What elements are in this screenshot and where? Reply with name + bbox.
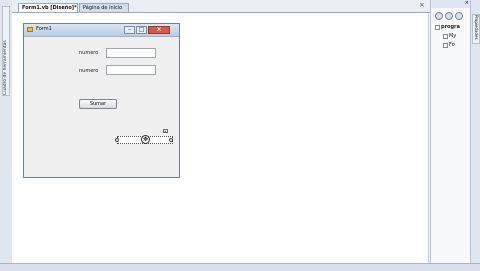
document-tab-strip: Form1.vb [Diseño]* Página de inicio ×	[12, 0, 430, 13]
move-cursor-icon[interactable]: ✥	[141, 135, 150, 144]
smart-tag-icon[interactable]: ▸	[163, 129, 168, 133]
tree-item-project[interactable]: progra	[441, 24, 460, 30]
form-file-icon	[443, 43, 448, 48]
resize-handle-right[interactable]	[169, 138, 173, 142]
form-titlebar[interactable]: Form1 – □ ×	[24, 24, 179, 37]
numero-label-1: numero	[79, 50, 99, 56]
tree-item-my-project[interactable]: My	[449, 33, 456, 39]
tree-item-form1[interactable]: Fo	[449, 42, 455, 48]
maximize-button[interactable]: □	[136, 26, 147, 34]
properties-icon[interactable]	[435, 12, 443, 20]
form-icon	[27, 27, 33, 32]
numero-label-2: numero	[79, 68, 99, 74]
solution-explorer: × progra My Fo	[430, 0, 471, 270]
tab-form1-designer[interactable]: Form1.vb [Diseño]*	[18, 3, 78, 12]
properties-strip[interactable]: Propiedades	[470, 0, 480, 270]
numero-textbox-2[interactable]	[106, 65, 156, 75]
refresh-icon[interactable]	[455, 12, 463, 20]
toolbox-tab[interactable]: Cuadro de herramientas	[2, 6, 10, 96]
properties-tab[interactable]: Propiedades	[472, 14, 480, 44]
form-client-area[interactable]: numero numero Sumar ✥ ▸	[24, 37, 179, 177]
resize-handle-left[interactable]	[115, 138, 119, 142]
close-button[interactable]: ×	[148, 26, 170, 34]
sumar-button[interactable]: Sumar	[79, 99, 117, 109]
project-icon	[435, 25, 440, 30]
my-project-icon	[443, 34, 448, 39]
numero-textbox-1[interactable]	[106, 48, 156, 58]
form-title: Form1	[36, 26, 52, 32]
minimize-button[interactable]: –	[124, 26, 135, 34]
tab-start-page[interactable]: Página de inicio	[79, 3, 129, 12]
explorer-close-icon[interactable]: ×	[431, 0, 471, 8]
close-tab-icon[interactable]: ×	[419, 1, 425, 9]
show-all-files-icon[interactable]	[445, 12, 453, 20]
designed-form[interactable]: Form1 – □ × numero numero Sumar ✥ ▸	[23, 23, 180, 178]
